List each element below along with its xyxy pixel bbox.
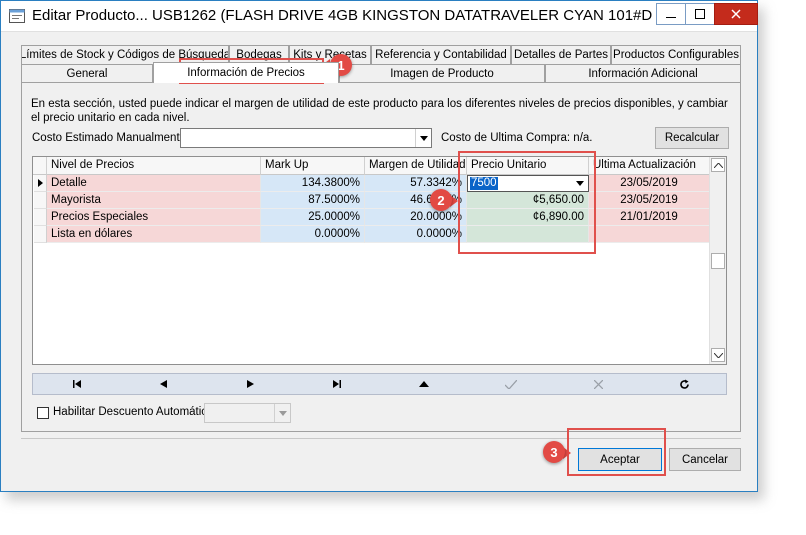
table-row-cell-nivel[interactable]: Detalle [47, 175, 261, 192]
close-icon [731, 9, 741, 19]
post-icon [505, 379, 517, 389]
table-row-cell-markup[interactable]: 0.0000% [261, 226, 365, 243]
scroll-thumb[interactable] [711, 253, 725, 269]
nav-next-button[interactable] [240, 376, 260, 392]
refresh-icon [679, 379, 689, 389]
dialog-window: Editar Producto... USB1262 (FLASH DRIVE … [0, 0, 758, 492]
tab-imagen-producto[interactable]: Imagen de Producto [339, 64, 545, 83]
current-row-icon [37, 179, 43, 187]
nav-refresh-button[interactable] [674, 376, 694, 392]
costo-ultima-compra-label: Costo de Ultima Compra: n/a. [441, 132, 593, 144]
step-badge-2: 2 [430, 189, 452, 211]
chevron-down-icon [713, 352, 723, 358]
row-selector[interactable] [34, 226, 47, 243]
section-description: En esta sección, usted puede indicar el … [31, 98, 728, 124]
table-row-cell-margen[interactable]: 0.0000% [365, 226, 467, 243]
table-row-cell-markup[interactable]: 87.5000% [261, 192, 365, 209]
col-mark-up[interactable]: Mark Up [261, 157, 365, 175]
descuento-label[interactable]: Habilitar Descuento Automátic [53, 406, 207, 418]
tab-informacion-adicional[interactable]: Información Adicional [545, 64, 741, 83]
chevron-down-icon [278, 410, 287, 416]
tab-informacion-precios[interactable]: Información de Precios [153, 62, 339, 83]
close-button[interactable] [714, 3, 758, 25]
tab-detalles-partes[interactable]: Detalles de Partes [511, 45, 611, 64]
nav-first-button[interactable] [67, 376, 87, 392]
row-selector[interactable] [34, 192, 47, 209]
chevron-down-icon [419, 135, 428, 141]
table-row-cell-nivel[interactable]: Mayorista [47, 192, 261, 209]
table-row-cell-markup[interactable]: 134.3800% [261, 175, 365, 192]
descuento-combo[interactable] [204, 403, 291, 423]
table-row-cell-fecha[interactable]: 23/05/2019 [589, 192, 710, 209]
table-row-cell-margen[interactable]: 20.0000% [365, 209, 467, 226]
row-selector-current[interactable] [34, 175, 47, 192]
costo-estimado-label: Costo Estimado Manualmente: [32, 132, 190, 144]
row-selector[interactable] [34, 209, 47, 226]
nav-cancel-button[interactable] [588, 376, 608, 392]
nav-prior-button[interactable] [153, 376, 173, 392]
record-navigator [32, 373, 727, 395]
tab-general[interactable]: General [21, 64, 153, 83]
prior-icon [159, 380, 167, 388]
costo-estimado-combo[interactable] [180, 128, 432, 148]
grid-corner [33, 157, 47, 175]
descuento-checkbox[interactable] [37, 407, 49, 419]
tab-productos-configurables[interactable]: Productos Configurables [611, 45, 741, 64]
price-grid: Nivel de Precios Mark Up Margen de Utili… [32, 156, 727, 365]
minimize-icon [666, 17, 676, 18]
window-title: Editar Producto... USB1262 (FLASH DRIVE … [32, 7, 652, 24]
recalcular-button[interactable]: Recalcular [655, 127, 729, 149]
last-icon [333, 380, 341, 388]
nav-post-button[interactable] [501, 376, 521, 392]
table-row-cell-fecha[interactable] [589, 226, 710, 243]
highlight-box-precio [458, 151, 596, 254]
table-row-cell-markup[interactable]: 25.0000% [261, 209, 365, 226]
descuento-dropdown[interactable] [274, 404, 290, 422]
next-icon [246, 380, 254, 388]
nav-last-button[interactable] [327, 376, 347, 392]
highlight-box-aceptar [567, 428, 666, 476]
grid-vertical-scrollbar[interactable] [709, 157, 726, 364]
costo-estimado-dropdown[interactable] [415, 129, 431, 147]
maximize-button[interactable] [685, 3, 715, 25]
table-row-cell-fecha[interactable]: 21/01/2019 [589, 209, 710, 226]
col-margen-utilidad[interactable]: Margen de Utilidad [365, 157, 467, 175]
col-nivel-precios[interactable]: Nivel de Precios [47, 157, 261, 175]
first-icon [73, 380, 81, 388]
insert-icon [419, 381, 429, 387]
table-row-cell-fecha[interactable]: 23/05/2019 [589, 175, 710, 192]
cancel-icon [593, 379, 603, 389]
step-badge-3: 3 [543, 441, 565, 463]
tab-referencia-contabilidad[interactable]: Referencia y Contabilidad [371, 45, 511, 64]
chevron-up-icon [713, 162, 723, 168]
cancelar-button[interactable]: Cancelar [669, 448, 741, 471]
table-row-cell-margen[interactable]: 57.3342% [365, 175, 467, 192]
app-icon [9, 9, 25, 23]
maximize-icon [695, 9, 705, 19]
nav-insert-button[interactable] [414, 376, 434, 392]
scroll-up-button[interactable] [711, 158, 725, 172]
title-bar[interactable]: Editar Producto... USB1262 (FLASH DRIVE … [1, 1, 758, 32]
table-row-cell-nivel[interactable]: Precios Especiales [47, 209, 261, 226]
col-ultima-actualizacion[interactable]: Ultima Actualización [589, 157, 710, 175]
minimize-button[interactable] [656, 3, 686, 25]
table-row-cell-nivel[interactable]: Lista en dólares [47, 226, 261, 243]
scroll-down-button[interactable] [711, 348, 725, 362]
